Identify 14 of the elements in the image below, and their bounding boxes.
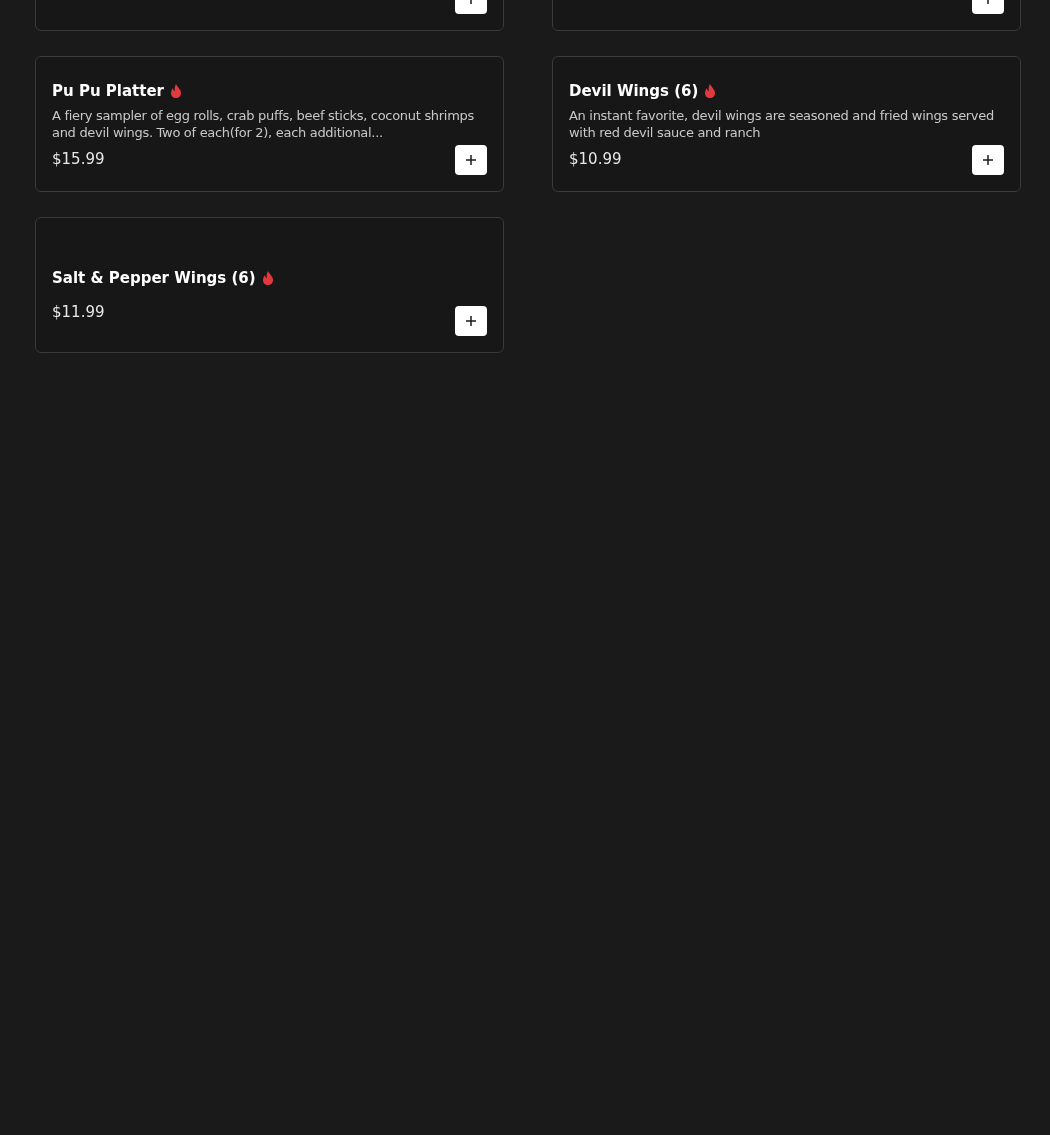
item-description: A fiery sampler of egg rolls, crab puffs, beef sticks, coconut shrimps and devil wings. Two of each(for 2), each additional... bbox=[52, 107, 475, 141]
add-button[interactable] bbox=[455, 145, 487, 175]
add-button[interactable] bbox=[455, 306, 487, 336]
item-name: Devil Wings (6) bbox=[569, 82, 699, 100]
item-description: An instant favorite, devil wings are seasoned and fried wings served with red devil sauce and ranch bbox=[569, 107, 995, 141]
add-button[interactable] bbox=[972, 145, 1004, 175]
menu-card[interactable]: Pu Pu Platter A fiery sampler of egg rolls, crab puffs, beef sticks, coconut shrimps and devil wings. Two of each(for 2), each additional... $15.99 bbox=[35, 56, 504, 192]
menu-card[interactable]: Salt & Pepper Wings (6) $11.99 bbox=[35, 217, 504, 353]
item-price: $15.99 bbox=[52, 150, 105, 168]
menu-card[interactable]: Devil Wings (6) An instant favorite, devil wings are seasoned and fried wings served with red devil sauce and ranch $10.99 bbox=[552, 56, 1021, 192]
item-price: $10.99 bbox=[569, 150, 622, 168]
item-price: $11.99 bbox=[52, 303, 105, 321]
item-name: Salt & Pepper Wings (6) bbox=[52, 269, 256, 287]
item-name: Pu Pu Platter bbox=[52, 82, 164, 100]
